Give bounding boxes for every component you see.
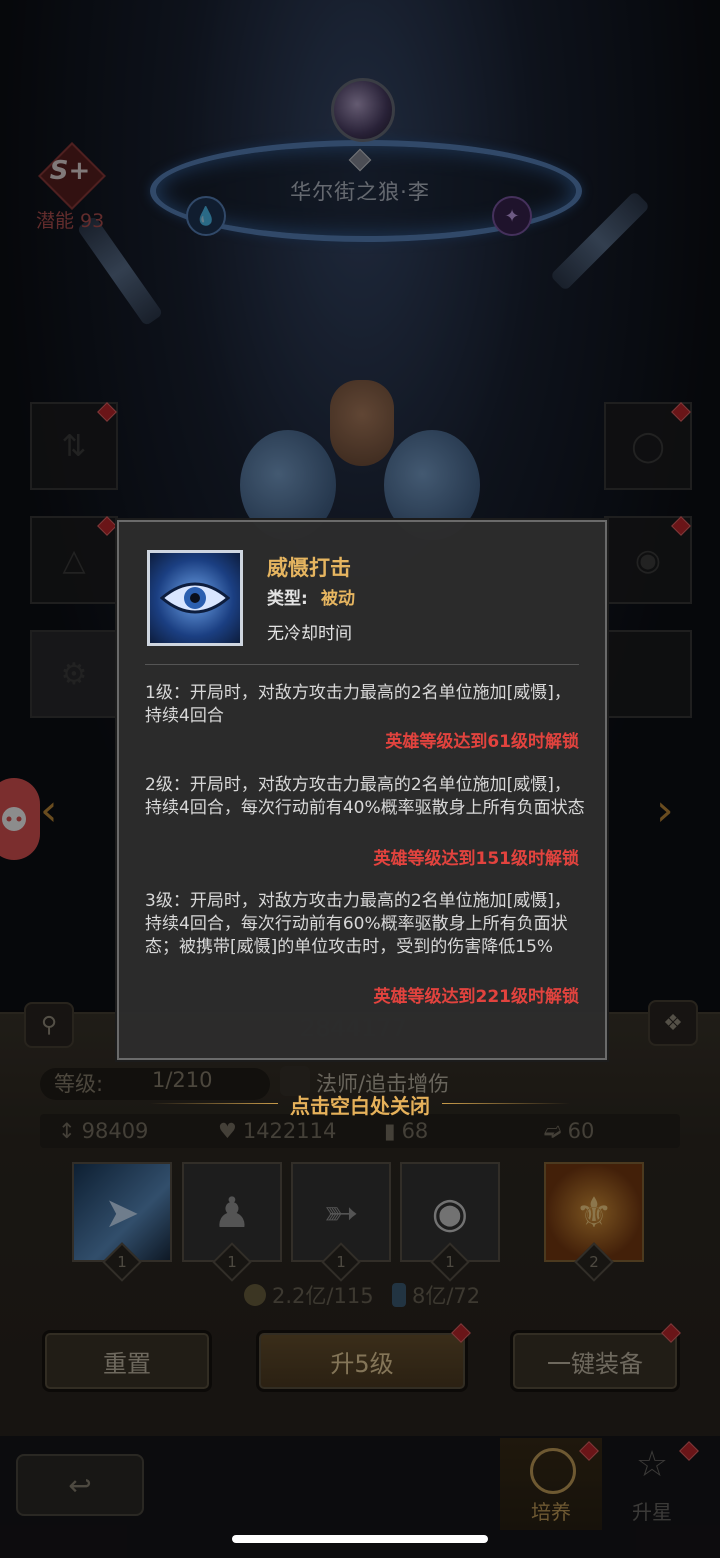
skill-level-1-unlock: 英雄等级达到61级时解锁	[385, 732, 579, 752]
skill-level-1-desc: 1级：开局时，对敌方攻击力最高的2名单位施加[威慑]，持续4回合	[145, 683, 571, 726]
skill-detail-popup: 威慑打击 类型: 被动 无冷却时间 1级：开局时，对敌方攻击力最高的2名单位施加…	[117, 520, 607, 1060]
close-hint: 点击空白处关闭	[150, 1090, 570, 1119]
skill-type-label: 类型:	[267, 589, 308, 609]
skill-name: 威慑打击	[267, 556, 351, 580]
skill-cooldown: 无冷却时间	[267, 624, 352, 644]
close-hint-text: 点击空白处关闭	[290, 1094, 430, 1118]
skill-level-3-unlock: 英雄等级达到221级时解锁	[373, 987, 580, 1007]
skill-type-value: 被动	[321, 589, 355, 609]
skill-level-3-desc: 3级：开局时，对敌方攻击力最高的2名单位施加[威慑]，持续4回合，每次行动前有6…	[145, 891, 571, 957]
skill-level-2-desc: 2级：开局时，对敌方攻击力最高的2名单位施加[威慑]，持续4回合，每次行动前有4…	[145, 775, 585, 818]
home-indicator[interactable]	[232, 1535, 488, 1543]
divider	[145, 664, 579, 665]
lightning-eye-icon	[147, 550, 243, 646]
skill-level-2-unlock: 英雄等级达到151级时解锁	[373, 849, 580, 869]
